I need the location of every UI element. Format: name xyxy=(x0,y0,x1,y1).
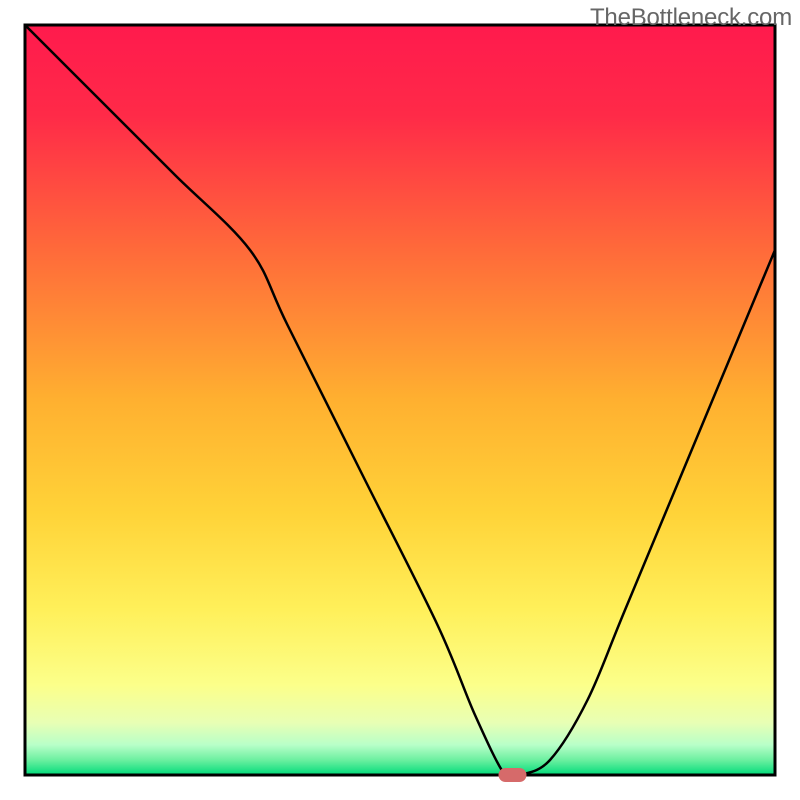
watermark-text: TheBottleneck.com xyxy=(590,4,792,32)
bottleneck-chart: TheBottleneck.com xyxy=(0,0,800,800)
chart-svg xyxy=(0,0,800,800)
optimal-marker xyxy=(499,768,527,782)
